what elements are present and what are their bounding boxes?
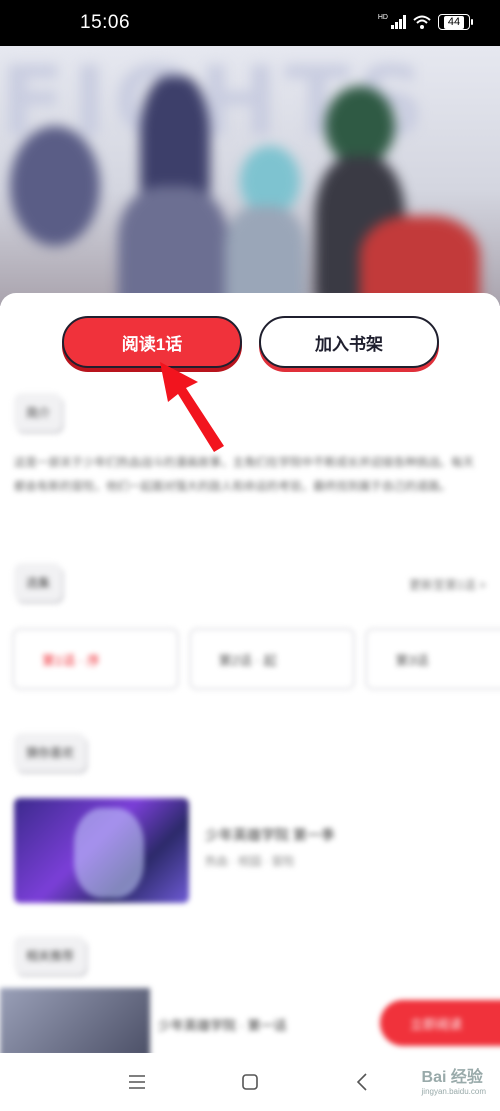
watermark-main: Bai 经验 xyxy=(421,1069,483,1086)
chapter-list: 第1话 · 序 第2话 · 起 第3话 xyxy=(12,628,500,690)
chapter-item[interactable]: 第3话 xyxy=(365,628,500,690)
annotation-arrow-icon xyxy=(160,362,224,452)
hd-tag: HD xyxy=(377,13,388,21)
menu-icon[interactable] xyxy=(124,1069,150,1095)
battery-icon: 44 xyxy=(438,14,473,30)
chapter-item[interactable]: 第1话 · 序 xyxy=(12,628,179,690)
chapter-item[interactable]: 第2话 · 起 xyxy=(188,628,356,690)
system-nav-bar: Bai 经验 jingyan.baidu.com xyxy=(0,1053,500,1111)
intro-chip: 简介 xyxy=(14,393,63,431)
bottom-title[interactable]: 少年英雄学院 · 第一话 xyxy=(158,1015,287,1034)
hero-banner: FIGHTS xyxy=(0,46,500,306)
more-chapters-link[interactable]: 更新至第1话 > xyxy=(409,576,486,593)
bottom-read-button[interactable]: 立即阅读 xyxy=(380,1000,500,1046)
status-bar: 15:06 HD 44 xyxy=(0,0,500,46)
related-chip: 相关推荐 xyxy=(14,936,87,974)
wifi-icon xyxy=(413,15,431,29)
description-text: 这是一部关于少年们热血战斗的漫画故事，主角们在学院中不断成长并迎接各种挑战。每天… xyxy=(14,457,474,493)
detail-sheet: 阅读1话 加入书架 简介 这是一部关于少年们热血战斗的漫画故事，主角们在学院中不… xyxy=(0,293,500,1073)
bottom-cover[interactable] xyxy=(0,988,150,1058)
add-to-bookshelf-button[interactable]: 加入书架 xyxy=(259,316,439,368)
home-icon[interactable] xyxy=(237,1069,263,1095)
watermark-sub: jingyan.baidu.com xyxy=(421,1087,486,1096)
battery-level: 44 xyxy=(443,15,465,29)
status-icons: HD 44 xyxy=(377,13,473,30)
recommend-title[interactable]: 少年英雄学院 第一季 xyxy=(205,825,335,845)
status-time: 15:06 xyxy=(80,12,131,33)
chapters-chip: 选集 xyxy=(14,563,63,601)
hero-artwork: FIGHTS xyxy=(0,46,500,306)
signal-icon xyxy=(391,15,406,29)
recommend-subtitle: 热血 · 校园 · 冒险 xyxy=(205,856,295,868)
baidu-watermark: Bai 经验 jingyan.baidu.com xyxy=(422,1063,486,1096)
recommend-chip: 猜你喜欢 xyxy=(14,733,87,771)
back-icon[interactable] xyxy=(349,1069,375,1095)
recommend-cover[interactable] xyxy=(14,798,189,903)
bottom-recommend-strip: 少年英雄学院 · 第一话 立即阅读 xyxy=(0,988,500,1058)
